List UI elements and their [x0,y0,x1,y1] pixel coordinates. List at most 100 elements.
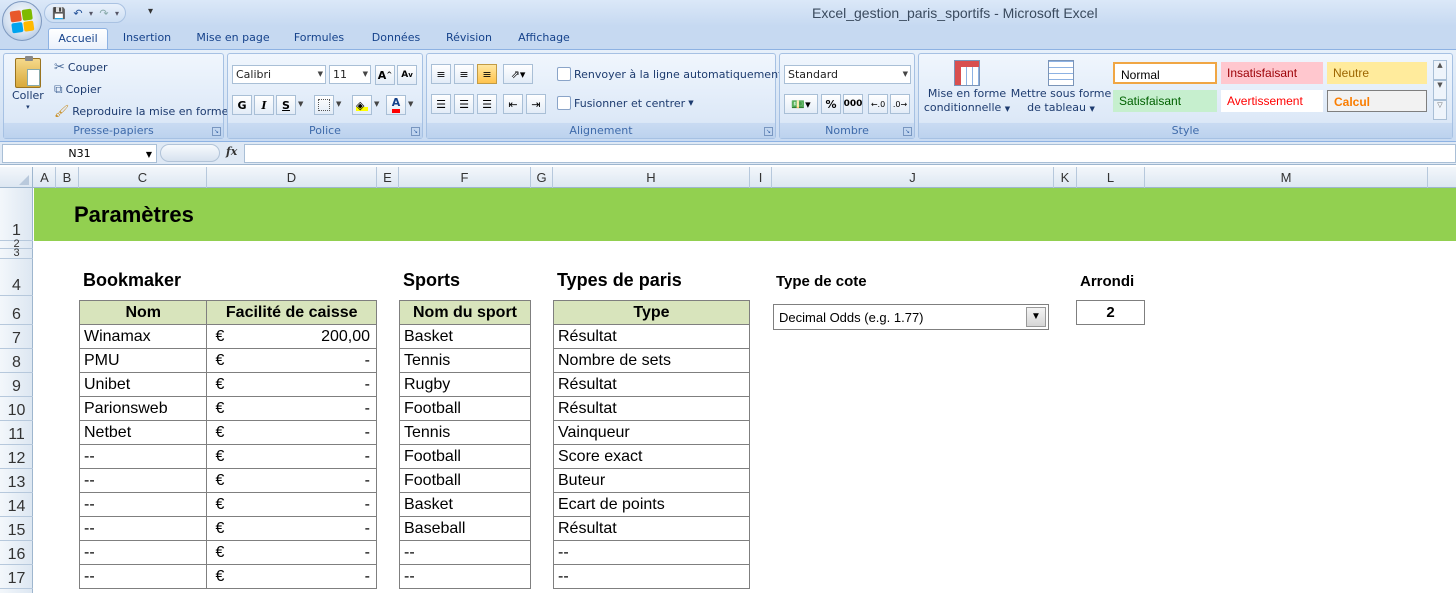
column-header[interactable]: I [750,167,772,188]
row-header[interactable]: 6 [0,296,33,325]
grow-font-button[interactable]: A ^ [375,65,395,85]
row-header[interactable]: 1 [0,188,33,241]
alignment-launcher-icon[interactable]: ↘ [764,127,773,136]
increase-decimal-button[interactable]: ←.0 [868,94,888,114]
orientation-button[interactable]: ⇗▾ [503,64,533,84]
column-header[interactable]: E [377,167,399,188]
italic-button[interactable]: I [254,95,274,115]
shrink-font-button[interactable]: Av [397,65,417,85]
align-bottom-button[interactable]: ≡ [477,64,497,84]
bet-type-cell[interactable]: Résultat [553,516,750,541]
row-header[interactable]: 17 [0,565,33,589]
sport-cell[interactable]: -- [399,540,531,565]
align-right-button[interactable]: ☰ [477,94,497,114]
number-format-combo[interactable]: Standard ▼ [784,65,911,84]
customize-qat-icon[interactable]: ▾ [148,6,153,17]
sport-cell[interactable]: Basket [399,324,531,349]
sport-cell[interactable]: Football [399,468,531,493]
bookmaker-name-cell[interactable]: Winamax [78,324,208,349]
bookmaker-name-cell[interactable]: -- [78,492,208,517]
column-header[interactable]: C [79,167,207,188]
insert-function-icon[interactable]: fx [226,145,237,158]
credit-cell[interactable]: € - [206,348,377,373]
tab-insertion[interactable]: Insertion [114,28,180,49]
sport-cell[interactable]: Football [399,444,531,469]
fill-color-dropdown-icon[interactable]: ▼ [374,100,379,108]
tab-formules[interactable]: Formules [286,28,352,49]
bet-type-cell[interactable]: Buteur [553,468,750,493]
credit-cell[interactable]: € - [206,492,377,517]
column-header[interactable]: L [1077,167,1145,188]
cell-style-neutre[interactable]: Neutre [1327,62,1427,84]
undo-icon[interactable]: ↶ [70,5,86,21]
bet-type-cell[interactable]: Score exact [553,444,750,469]
row-header[interactable]: 8 [0,349,33,373]
name-box[interactable]: N31 ▼ [2,144,157,163]
credit-cell[interactable]: € - [206,372,377,397]
paste-button[interactable]: Coller ▾ [12,56,44,111]
bet-type-cell[interactable]: -- [553,540,750,565]
credit-cell[interactable]: € - [206,540,377,565]
bookmaker-name-cell[interactable]: Unibet [78,372,208,397]
tab-mise-en-page[interactable]: Mise en page [190,28,276,49]
underline-button[interactable]: S [276,95,296,115]
underline-dropdown-icon[interactable]: ▼ [298,100,303,108]
redo-dropdown-icon[interactable]: ▾ [115,9,119,18]
decrease-decimal-button[interactable]: .0→ [890,94,910,114]
chevron-down-icon[interactable]: ▼ [146,146,152,163]
font-launcher-icon[interactable]: ↘ [411,127,420,136]
undo-dropdown-icon[interactable]: ▾ [89,9,93,18]
bet-type-cell[interactable]: Résultat [553,396,750,421]
bookmaker-name-cell[interactable]: -- [78,516,208,541]
bookmaker-name-cell[interactable]: Parionsweb [78,396,208,421]
borders-button[interactable] [314,95,334,115]
bet-type-cell[interactable]: Vainqueur [553,420,750,445]
column-header[interactable]: K [1054,167,1077,188]
copy-button[interactable]: ⧉ Copier [54,82,101,97]
row-header[interactable]: 15 [0,517,33,541]
formula-bar-handle[interactable] [160,144,220,162]
sport-cell[interactable]: Football [399,396,531,421]
column-header[interactable]: J [772,167,1054,188]
formula-input[interactable] [244,144,1456,163]
row-header[interactable]: 10 [0,397,33,421]
currency-button[interactable]: 💵▾ [784,94,818,114]
office-button[interactable] [2,1,42,41]
tab-affichage[interactable]: Affichage [510,28,578,49]
tab-revision[interactable]: Révision [438,28,500,49]
clipboard-launcher-icon[interactable]: ↘ [212,127,221,136]
bet-type-cell[interactable]: Ecart de points [553,492,750,517]
increase-indent-button[interactable]: ⇥ [526,94,546,114]
column-header-nom[interactable]: Nom [78,300,208,325]
column-header[interactable]: H [553,167,750,188]
cut-button[interactable]: ✂ Couper [54,60,108,75]
rounding-cell[interactable]: 2 [1076,300,1145,325]
credit-cell[interactable]: € - [206,564,377,589]
scroll-down-icon[interactable]: ▼ [1433,80,1447,100]
credit-cell[interactable]: € - [206,444,377,469]
bookmaker-name-cell[interactable]: Netbet [78,420,208,445]
column-header-type[interactable]: Type [553,300,750,325]
conditional-formatting-button[interactable]: Mise en forme conditionnelle ▼ [923,60,1011,114]
align-left-button[interactable]: ☰ [431,94,451,114]
column-header[interactable]: D [207,167,377,188]
wrap-text-button[interactable]: Renvoyer à la ligne automatiquement [557,67,782,81]
tab-donnees[interactable]: Données [364,28,428,49]
sport-cell[interactable]: Tennis [399,348,531,373]
row-header[interactable]: 11 [0,421,33,445]
format-as-table-button[interactable]: Mettre sous forme de tableau ▼ [1011,60,1111,114]
worksheet-grid[interactable]: Paramètres Bookmaker Sports Types de par… [34,188,1456,593]
sport-cell[interactable]: Baseball [399,516,531,541]
bookmaker-name-cell[interactable]: -- [78,444,208,469]
styles-more-icon[interactable]: ▽ [1433,100,1447,120]
font-color-dropdown-icon[interactable]: ▼ [408,100,413,108]
font-color-button[interactable]: A [386,95,406,115]
column-header[interactable]: A [34,167,56,188]
bookmaker-name-cell[interactable]: -- [78,540,208,565]
credit-cell[interactable]: € - [206,468,377,493]
row-header[interactable]: 13 [0,469,33,493]
number-launcher-icon[interactable]: ↘ [903,127,912,136]
row-header[interactable]: 9 [0,373,33,397]
sport-cell[interactable]: Basket [399,492,531,517]
column-header-facilite[interactable]: Facilité de caisse [206,300,377,325]
